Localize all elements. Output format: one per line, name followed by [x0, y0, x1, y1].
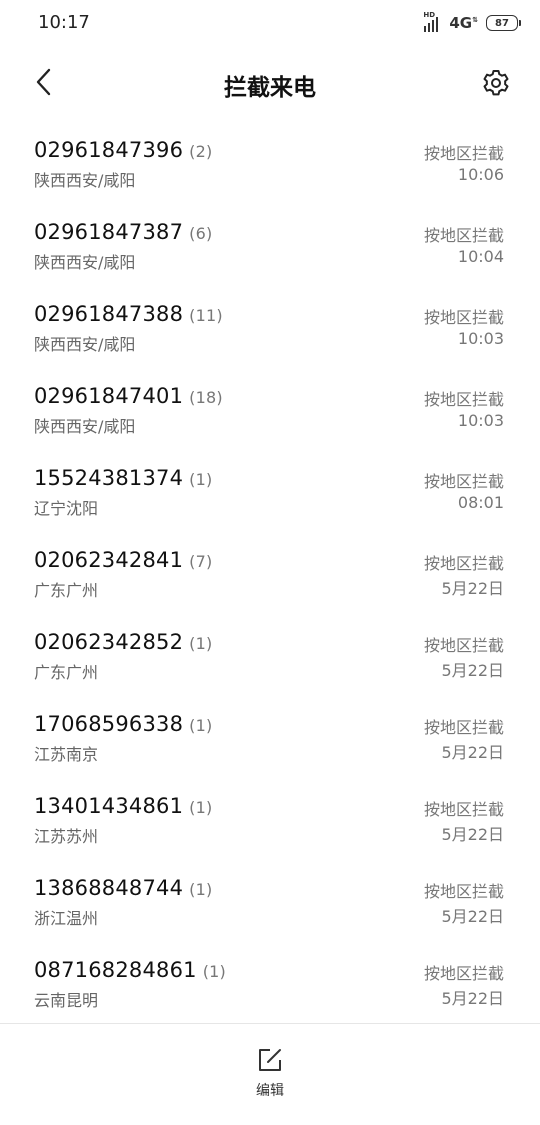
- status-time: 10:17: [38, 12, 90, 33]
- block-reason: 按地区拦截: [423, 636, 504, 655]
- location: 广东广州: [34, 581, 99, 600]
- block-time: 10:03: [457, 329, 504, 348]
- location: 江苏苏州: [34, 827, 99, 846]
- list-item[interactable]: 02062342841 (7) 广东广州 按地区拦截 5月22日: [0, 532, 540, 614]
- call-count: (1): [202, 962, 226, 981]
- block-reason: 按地区拦截: [423, 964, 504, 983]
- phone-number: 087168284861 (1): [34, 958, 226, 982]
- settings-button[interactable]: [480, 67, 512, 99]
- block-time: 5月22日: [441, 661, 504, 680]
- gear-icon: [483, 70, 509, 96]
- location: 浙江温州: [34, 909, 99, 928]
- block-time: 10:03: [457, 411, 504, 430]
- header: 拦截来电: [0, 46, 540, 122]
- list-item[interactable]: 13401434861 (1) 江苏苏州 按地区拦截 5月22日: [0, 778, 540, 860]
- block-time: 5月22日: [441, 989, 504, 1008]
- battery-icon: 87: [486, 15, 521, 31]
- block-reason: 按地区拦截: [423, 308, 504, 327]
- block-time: 10:04: [457, 247, 504, 266]
- call-count: (18): [189, 388, 223, 407]
- battery-level: 87: [495, 17, 509, 29]
- block-reason: 按地区拦截: [423, 800, 504, 819]
- status-indicators: HD 4G⇅ 87: [423, 11, 521, 33]
- edit-icon: [259, 1049, 281, 1071]
- edit-button[interactable]: 编辑: [240, 1046, 300, 1106]
- block-reason: 按地区拦截: [423, 718, 504, 737]
- block-reason: 按地区拦截: [423, 144, 504, 163]
- location: 江苏南京: [34, 745, 99, 764]
- location: 辽宁沈阳: [34, 499, 99, 518]
- block-time: 5月22日: [441, 579, 504, 598]
- block-reason: 按地区拦截: [423, 882, 504, 901]
- block-time: 5月22日: [441, 907, 504, 926]
- phone-number: 17068596338 (1): [34, 712, 213, 736]
- block-reason: 按地区拦截: [423, 472, 504, 491]
- list-item[interactable]: 13868848744 (1) 浙江温州 按地区拦截 5月22日: [0, 860, 540, 942]
- list-item[interactable]: 087168284861 (1) 云南昆明 按地区拦截 5月22日: [0, 942, 540, 1024]
- call-count: (1): [189, 798, 213, 817]
- phone-number: 15524381374 (1): [34, 466, 213, 490]
- signal-icon: HD: [423, 11, 445, 32]
- location: 云南昆明: [34, 991, 99, 1010]
- location: 陕西西安/咸阳: [34, 335, 136, 354]
- call-count: (6): [189, 224, 213, 243]
- block-reason: 按地区拦截: [423, 226, 504, 245]
- phone-number: 02961847396 (2): [34, 138, 213, 162]
- call-count: (11): [189, 306, 223, 325]
- call-count: (1): [189, 634, 213, 653]
- blocked-call-list: 02961847396 (2) 陕西西安/咸阳 按地区拦截 10:06 02961…: [0, 122, 540, 1024]
- call-count: (7): [189, 552, 213, 571]
- call-count: (2): [189, 142, 213, 161]
- bottom-action-bar: 编辑: [0, 1023, 540, 1125]
- phone-number: 13401434861 (1): [34, 794, 213, 818]
- block-time: 5月22日: [441, 743, 504, 762]
- location: 陕西西安/咸阳: [34, 171, 136, 190]
- phone-number: 02062342841 (7): [34, 548, 213, 572]
- block-reason: 按地区拦截: [423, 390, 504, 409]
- call-count: (1): [189, 470, 213, 489]
- phone-number: 02961847387 (6): [34, 220, 213, 244]
- location: 广东广州: [34, 663, 99, 682]
- list-item[interactable]: 02961847396 (2) 陕西西安/咸阳 按地区拦截 10:06: [0, 122, 540, 204]
- phone-number: 02961847388 (11): [34, 302, 223, 326]
- block-time: 5月22日: [441, 825, 504, 844]
- phone-number: 13868848744 (1): [34, 876, 213, 900]
- list-item[interactable]: 02961847387 (6) 陕西西安/咸阳 按地区拦截 10:04: [0, 204, 540, 286]
- list-item[interactable]: 02961847401 (18) 陕西西安/咸阳 按地区拦截 10:03: [0, 368, 540, 450]
- network-type: 4G⇅: [449, 14, 478, 32]
- phone-number: 02062342852 (1): [34, 630, 213, 654]
- block-time: 08:01: [457, 493, 504, 512]
- list-item[interactable]: 15524381374 (1) 辽宁沈阳 按地区拦截 08:01: [0, 450, 540, 532]
- block-time: 10:06: [457, 165, 504, 184]
- call-count: (1): [189, 880, 213, 899]
- page-title: 拦截来电: [224, 75, 316, 101]
- list-item[interactable]: 02961847388 (11) 陕西西安/咸阳 按地区拦截 10:03: [0, 286, 540, 368]
- status-bar: 10:17 HD 4G⇅ 87: [0, 0, 540, 46]
- list-item[interactable]: 17068596338 (1) 江苏南京 按地区拦截 5月22日: [0, 696, 540, 778]
- location: 陕西西安/咸阳: [34, 253, 136, 272]
- location: 陕西西安/咸阳: [34, 417, 136, 436]
- phone-number: 02961847401 (18): [34, 384, 223, 408]
- call-count: (1): [189, 716, 213, 735]
- block-reason: 按地区拦截: [423, 554, 504, 573]
- edit-label: 编辑: [256, 1083, 284, 1099]
- list-item[interactable]: 02062342852 (1) 广东广州 按地区拦截 5月22日: [0, 614, 540, 696]
